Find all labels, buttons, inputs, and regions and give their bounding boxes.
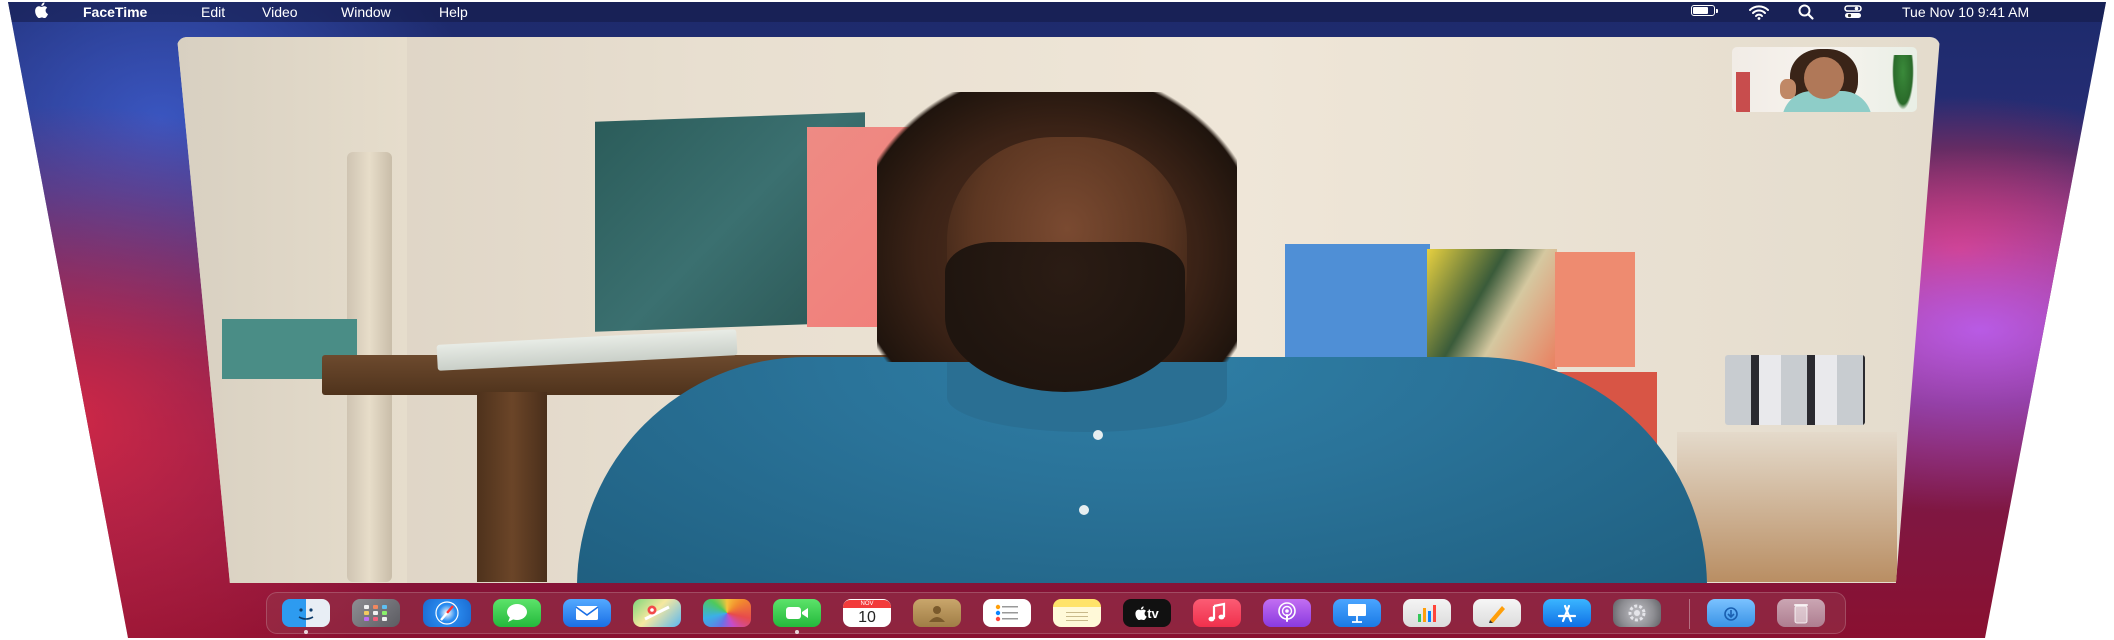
running-indicator [304,630,308,634]
self-view-background [1736,72,1750,112]
messages-icon[interactable] [493,599,541,627]
app-store-icon[interactable] [1543,599,1591,627]
numbers-icon[interactable] [1403,599,1451,627]
podcasts-icon[interactable] [1263,599,1311,627]
mail-icon[interactable] [563,599,611,627]
menu-edit[interactable]: Edit [201,2,225,22]
running-indicator [795,630,799,634]
dock: NOV 10 tv [266,592,1846,634]
dock-separator [1689,599,1690,629]
reminders-icon[interactable] [983,599,1031,627]
search-icon[interactable] [1797,2,1815,22]
facetime-icon[interactable] [773,599,821,627]
wifi-icon[interactable] [1748,2,1770,22]
downloads-folder-icon[interactable] [1707,599,1755,627]
pages-icon[interactable] [1473,599,1521,627]
facetime-window[interactable] [177,37,1940,583]
keynote-icon[interactable] [1333,599,1381,627]
shirt-button [1093,430,1103,440]
launchpad-icon[interactable] [352,599,400,627]
menu-help[interactable]: Help [439,2,468,22]
calendar-month-label: NOV [843,599,891,608]
background-canvas [1555,252,1635,367]
system-preferences-icon[interactable] [1613,599,1661,627]
menu-window[interactable]: Window [341,2,391,22]
self-view-thumbnail[interactable] [1732,47,1917,112]
apple-icon[interactable] [35,2,48,18]
battery-fill [1693,7,1708,14]
notes-icon[interactable] [1053,599,1101,627]
menu-app-name[interactable]: FaceTime [83,2,147,22]
caller-beard [945,242,1185,392]
maps-icon[interactable] [633,599,681,627]
menu-video[interactable]: Video [262,2,298,22]
calendar-icon[interactable]: NOV 10 [843,599,891,627]
self-view-plant [1892,55,1914,110]
tv-label: tv [1147,605,1159,621]
self-view-face [1804,57,1844,99]
music-icon[interactable] [1193,599,1241,627]
background-shelf [1677,432,1897,582]
finder-icon[interactable] [282,599,330,627]
battery-icon[interactable] [1691,5,1718,16]
safari-icon[interactable] [423,599,471,627]
menu-bar: FaceTime Edit Video Window Help Tue Nov … [8,2,2106,22]
desktop: FaceTime Edit Video Window Help Tue Nov … [8,2,2106,638]
background-canvas [1285,244,1430,364]
contacts-icon[interactable] [913,599,961,627]
background-table-leg [477,392,547,582]
tv-icon[interactable]: tv [1123,599,1171,627]
menu-clock[interactable]: Tue Nov 10 9:41 AM [1902,2,2029,22]
calendar-day-label: 10 [858,608,876,626]
background-canvas [1427,249,1557,369]
photos-icon[interactable] [703,599,751,627]
shirt-button [1079,505,1089,515]
trash-icon[interactable] [1777,599,1825,627]
control-center-icon[interactable] [1843,2,1863,22]
background-bottles [1725,355,1865,425]
self-view-hand [1780,79,1796,99]
